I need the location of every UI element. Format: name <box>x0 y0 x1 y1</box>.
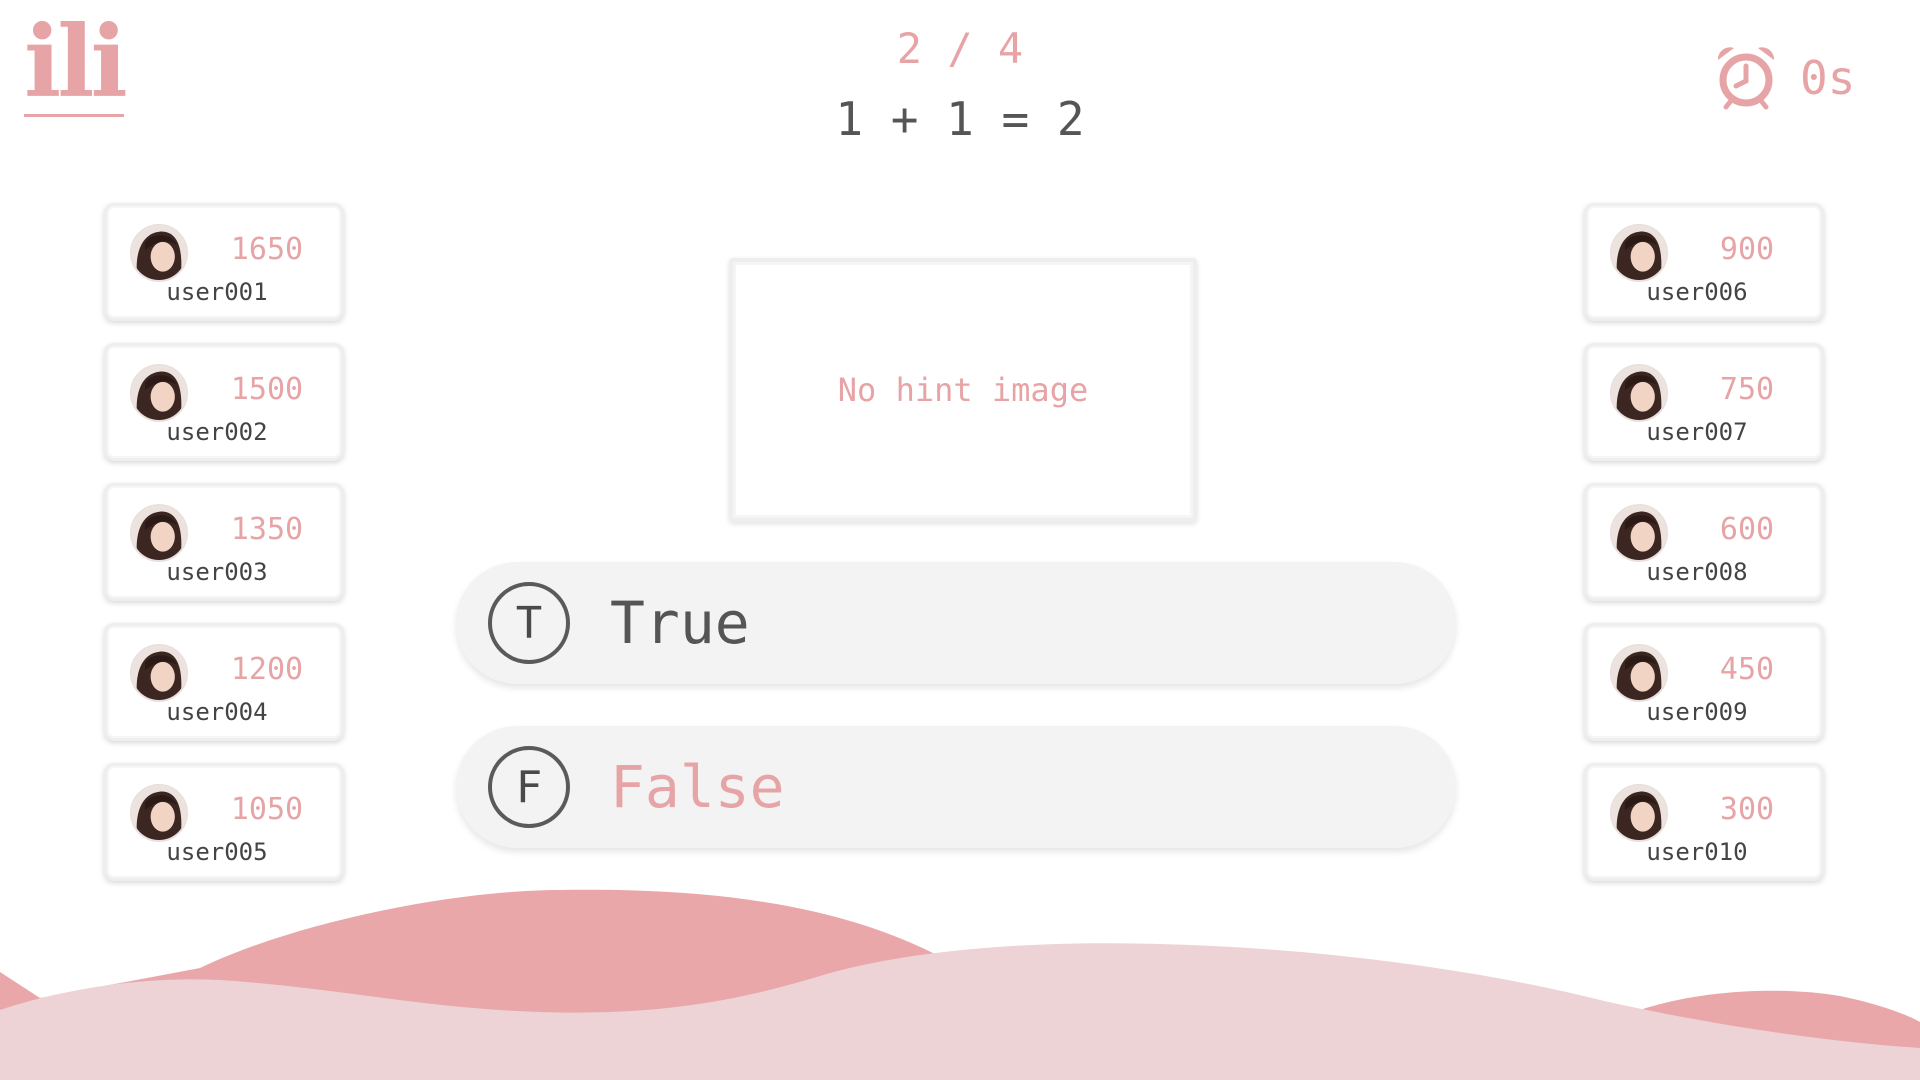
player-score: 1350 <box>230 512 304 547</box>
question-progress: 2 / 4 <box>896 24 1024 73</box>
player-username: user004 <box>166 698 268 726</box>
alarm-clock-icon <box>1712 42 1780 114</box>
hint-text: No hint image <box>837 371 1089 409</box>
player-card: 450 user009 <box>1584 623 1824 741</box>
player-card: 1650 user001 <box>104 203 344 321</box>
player-username: user006 <box>1646 278 1748 306</box>
answer-label: True <box>610 589 750 657</box>
player-card: 1200 user004 <box>104 623 344 741</box>
player-card: 900 user006 <box>1584 203 1824 321</box>
player-score: 900 <box>1719 232 1775 267</box>
answer-label: False <box>610 753 785 821</box>
avatar <box>130 504 188 562</box>
player-username: user009 <box>1646 698 1748 726</box>
player-score: 600 <box>1719 512 1775 547</box>
hint-image-box: No hint image <box>729 258 1197 522</box>
answer-true-button[interactable]: T True <box>456 562 1456 684</box>
player-username: user007 <box>1646 418 1748 446</box>
avatar <box>1610 504 1668 562</box>
timer: 0s <box>1712 42 1855 114</box>
player-score: 450 <box>1719 652 1775 687</box>
avatar <box>130 364 188 422</box>
avatar <box>130 224 188 282</box>
player-score: 300 <box>1719 792 1775 827</box>
avatar <box>1610 784 1668 842</box>
hills-decoration <box>0 889 1920 1080</box>
player-username: user003 <box>166 558 268 586</box>
player-score: 1650 <box>230 232 304 267</box>
answer-letter-badge: T <box>488 582 570 664</box>
answer-letter-badge: F <box>488 746 570 828</box>
player-score: 1500 <box>230 372 304 407</box>
avatar <box>1610 224 1668 282</box>
player-card: 1350 user003 <box>104 483 344 601</box>
player-username: user001 <box>166 278 268 306</box>
player-card: 600 user008 <box>1584 483 1824 601</box>
player-username: user008 <box>1646 558 1748 586</box>
player-score: 1200 <box>230 652 304 687</box>
avatar <box>130 784 188 842</box>
timer-value: 0s <box>1800 51 1856 105</box>
player-card: 750 user007 <box>1584 343 1824 461</box>
avatar <box>1610 364 1668 422</box>
player-card: 1500 user002 <box>104 343 344 461</box>
player-score: 750 <box>1719 372 1775 407</box>
player-score: 1050 <box>230 792 304 827</box>
avatar <box>130 644 188 702</box>
answer-false-button[interactable]: F False <box>456 726 1456 848</box>
player-username: user002 <box>166 418 268 446</box>
avatar <box>1610 644 1668 702</box>
question-text: 1 + 1 = 2 <box>835 92 1085 146</box>
